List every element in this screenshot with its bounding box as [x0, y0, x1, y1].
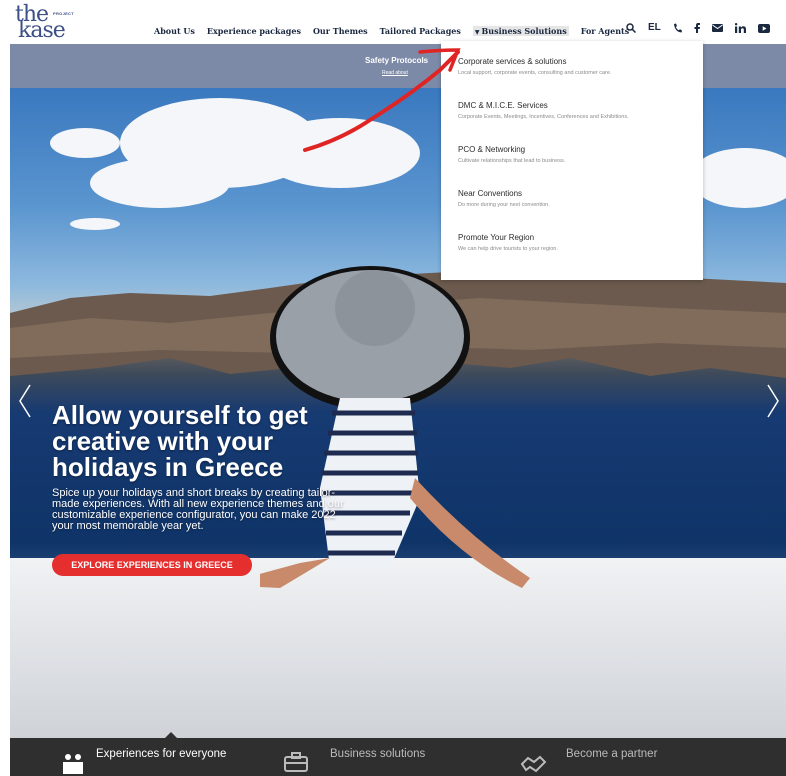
- dropdown-item-conventions[interactable]: Near Conventions Do more during your nex…: [458, 189, 550, 208]
- hero-subtitle: Spice up your holidays and short breaks …: [52, 487, 344, 532]
- caret-down-icon: ▼: [474, 29, 480, 36]
- cloud-shape: [90, 158, 230, 208]
- facebook-icon[interactable]: [694, 23, 700, 33]
- hero-title: Allow yourself to get creative with your…: [52, 400, 308, 482]
- chevron-right-icon[interactable]: [766, 383, 780, 419]
- safety-read-link[interactable]: Read about: [382, 70, 408, 76]
- nav-for-agents[interactable]: For Agents: [581, 26, 629, 36]
- mail-icon[interactable]: [711, 24, 723, 32]
- chevron-left-icon[interactable]: [18, 383, 32, 419]
- nav-experience-packages[interactable]: Experience packages: [207, 26, 301, 36]
- dropdown-item-dmc[interactable]: DMC & M.I.C.E. Services Corporate Events…: [458, 101, 629, 120]
- dropdown-item-desc: We can help drive tourists to your regio…: [458, 246, 558, 252]
- youtube-icon[interactable]: [757, 23, 770, 33]
- dropdown-item-desc: Local support, corporate events, consult…: [458, 70, 612, 76]
- features-bar: Experiences for everyone Business soluti…: [10, 732, 786, 776]
- logo[interactable]: the PROJECT kase: [15, 2, 85, 43]
- nav-business-solutions-label: Business Solutions: [481, 26, 567, 36]
- main-nav: About Us Experience packages Our Themes …: [154, 26, 629, 36]
- feature-label: Become a partner: [566, 748, 658, 760]
- search-icon[interactable]: [626, 23, 636, 33]
- cloud-shape: [50, 128, 120, 158]
- language-switch[interactable]: EL: [648, 22, 661, 34]
- cloud-shape: [690, 148, 786, 208]
- explore-experiences-button[interactable]: EXPLORE EXPERIENCES IN GREECE: [52, 554, 252, 576]
- dropdown-item-desc: Cultivate relationships that lead to bus…: [458, 158, 566, 164]
- business-solutions-dropdown: Corporate services & solutions Local sup…: [441, 41, 703, 280]
- dropdown-item-promote[interactable]: Promote Your Region We can help drive to…: [458, 233, 558, 252]
- feature-label: Experiences for everyone: [96, 748, 227, 760]
- active-indicator: [165, 732, 177, 738]
- dropdown-item-title: Promote Your Region: [458, 233, 535, 242]
- dropdown-item-pco[interactable]: PCO & Networking Cultivate relationships…: [458, 145, 565, 164]
- dropdown-item-title: Corporate services & solutions: [458, 57, 567, 66]
- phone-icon[interactable]: [673, 23, 682, 33]
- feature-label: Business solutions: [330, 748, 426, 760]
- header-icons: EL: [626, 22, 770, 34]
- site-header: the PROJECT kase About Us Experience pac…: [0, 0, 786, 43]
- dropdown-item-title: DMC & M.I.C.E. Services: [458, 101, 548, 110]
- briefcase-icon: [284, 752, 308, 772]
- page: the PROJECT kase About Us Experience pac…: [0, 0, 786, 776]
- dropdown-item-desc: Do more during your next convention.: [458, 202, 550, 208]
- people-icon: [63, 754, 83, 774]
- dropdown-item-title: PCO & Networking: [458, 145, 526, 154]
- nav-business-solutions[interactable]: ▼ Business Solutions: [472, 26, 569, 36]
- nav-our-themes[interactable]: Our Themes: [313, 26, 368, 36]
- dropdown-item-corporate[interactable]: Corporate services & solutions Local sup…: [458, 57, 611, 76]
- handshake-icon: [520, 755, 546, 773]
- nav-about-us[interactable]: About Us: [154, 26, 195, 36]
- cloud-shape: [260, 118, 420, 188]
- safety-title: Safety Protocols: [365, 56, 429, 65]
- nav-tailored-packages[interactable]: Tailored Packages: [380, 26, 461, 36]
- linkedin-icon[interactable]: [734, 23, 746, 33]
- cloud-shape: [70, 218, 120, 230]
- dropdown-item-desc: Corporate Events, Meetings, Incentives, …: [458, 114, 629, 120]
- dropdown-item-title: Near Conventions: [458, 189, 523, 198]
- logo-kase: kase: [18, 18, 66, 43]
- logo-project: PROJECT: [53, 11, 74, 16]
